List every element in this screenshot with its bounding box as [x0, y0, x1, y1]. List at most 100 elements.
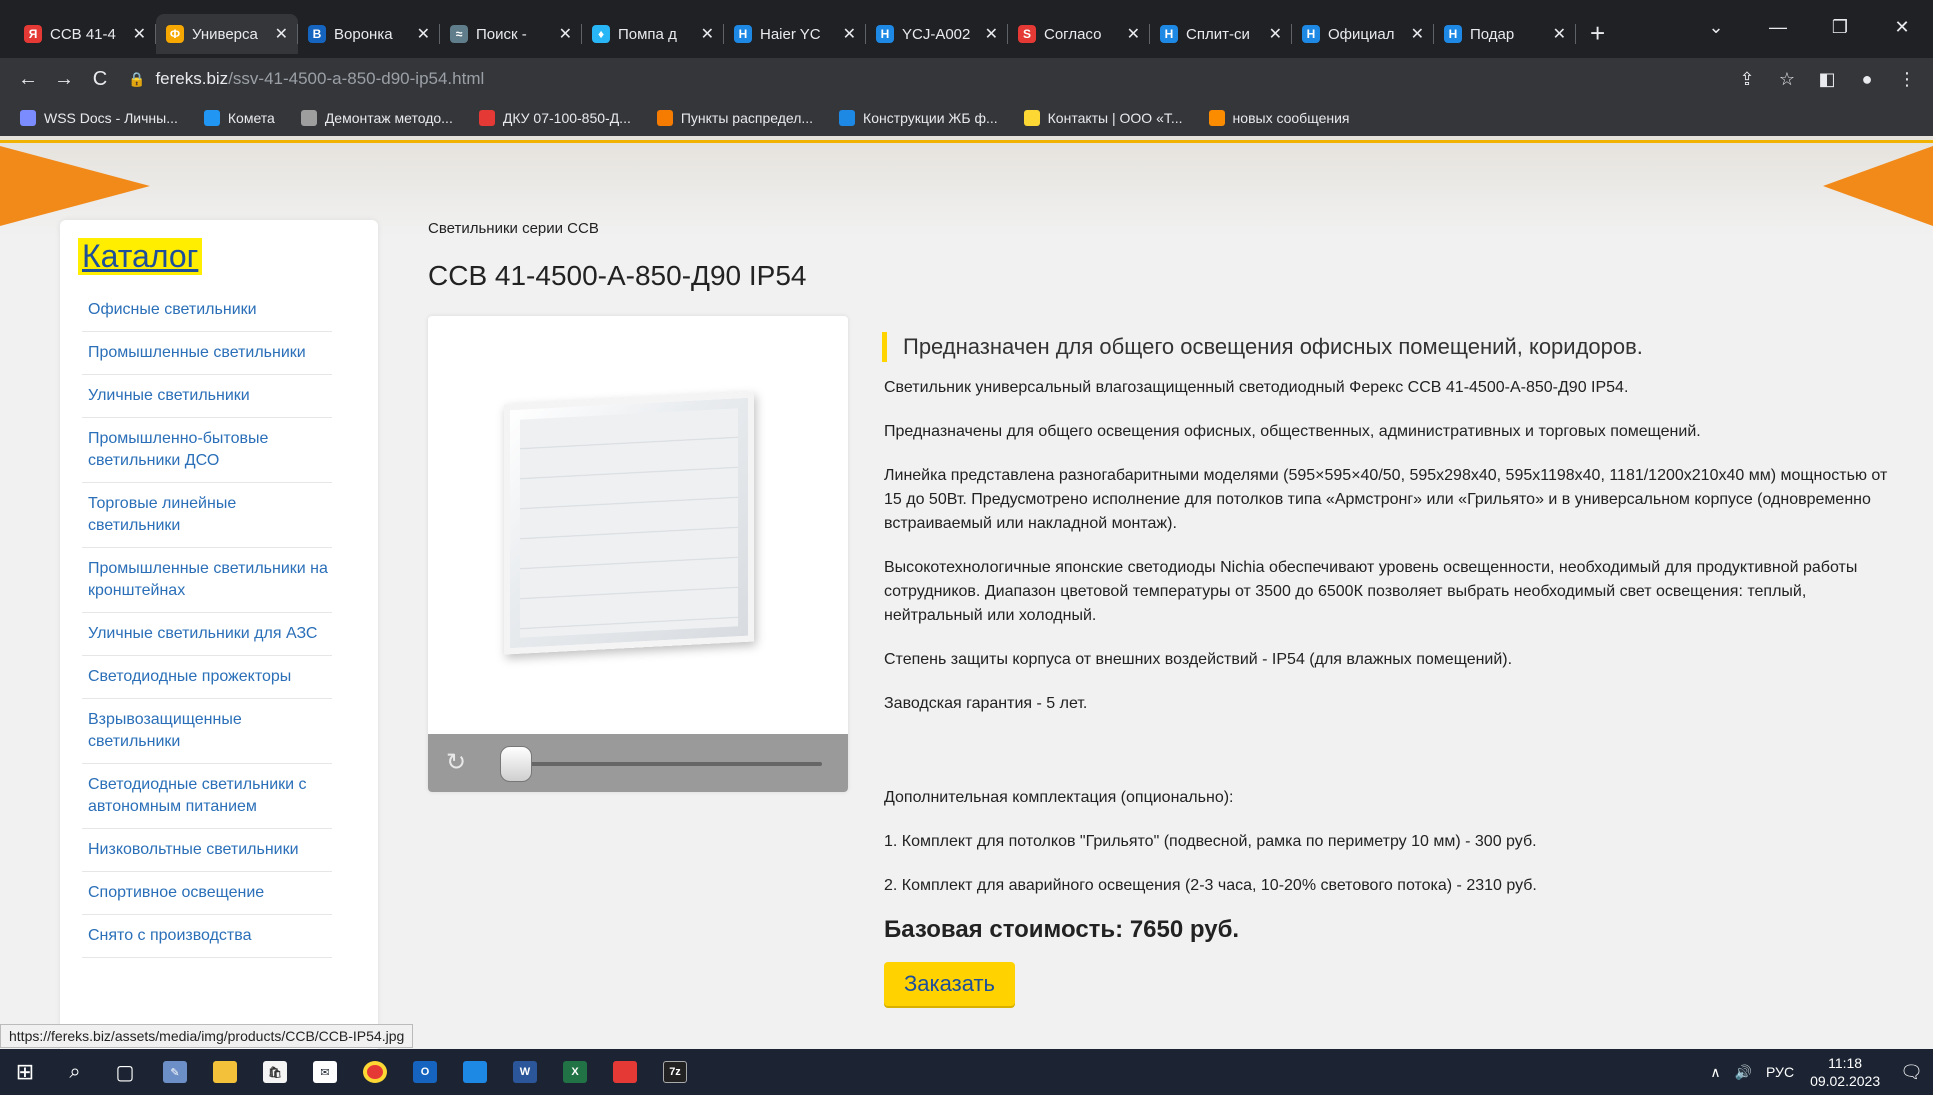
tab-title: YCJ-A002 — [902, 25, 971, 43]
bookmark-item[interactable]: новых сообщения — [1208, 110, 1349, 126]
catalog-item[interactable]: Низковольтные светильники — [82, 829, 332, 872]
browser-tab[interactable]: ♦ Помпа д ✕ — [582, 14, 724, 54]
tab-favicon-icon: H — [1444, 25, 1462, 43]
browser-tab[interactable]: H Подар ✕ — [1434, 14, 1576, 54]
clock[interactable]: 11:18 09.02.2023 — [1810, 1054, 1880, 1090]
catalog-item[interactable]: Уличные светильники — [82, 375, 332, 418]
catalog-item[interactable]: Уличные светильники для АЗС — [82, 613, 332, 656]
description-paragraph: Высокотехнологичные японские светодиоды … — [884, 559, 1858, 624]
header-decoration-left — [0, 146, 150, 226]
bookmark-favicon-icon — [478, 110, 495, 126]
tab-close-icon[interactable]: ✕ — [559, 24, 572, 44]
profile-icon[interactable]: ● — [1847, 69, 1887, 90]
charts-app-icon[interactable] — [600, 1049, 650, 1095]
bookmark-item[interactable]: Контакты | ООО «Т... — [1023, 110, 1183, 126]
back-icon[interactable]: ← — [10, 68, 46, 91]
catalog-item[interactable]: Светодиодные прожекторы — [82, 656, 332, 699]
search-icon[interactable]: ⌕ — [50, 1049, 100, 1095]
catalog-item[interactable]: Промышленно-бытовые светильники ДСО — [82, 418, 332, 483]
order-button[interactable]: Заказать — [884, 962, 1015, 1006]
browser-tab[interactable]: Я ССВ 41-4 ✕ — [14, 14, 156, 54]
header-decoration-right — [1823, 146, 1933, 226]
address-bar-row: ← → C 🔒 fereks.biz/ssv-41-4500-a-850-d90… — [0, 58, 1933, 100]
page-title: ССВ 41-4500-А-850-Д90 IP54 — [428, 260, 807, 291]
excel-icon[interactable]: X — [550, 1049, 600, 1095]
bookmark-star-icon[interactable]: ☆ — [1767, 69, 1807, 90]
tab-favicon-icon: ♦ — [592, 25, 610, 43]
browser-tab[interactable]: S Согласо ✕ — [1008, 14, 1150, 54]
catalog-item[interactable]: Офисные светильники — [82, 289, 332, 332]
menu-icon[interactable]: ⋮ — [1887, 69, 1927, 90]
minimize-button[interactable]: — — [1747, 17, 1809, 38]
browser-tab[interactable]: H Haier YC ✕ — [724, 14, 866, 54]
file-explorer-icon[interactable] — [200, 1049, 250, 1095]
new-tab-button[interactable]: + — [1590, 18, 1605, 49]
product-gallery: ↻ — [428, 316, 848, 792]
catalog-item[interactable]: Спортивное освещение — [82, 872, 332, 915]
notifications-icon[interactable]: 🗨 — [1900, 1062, 1923, 1083]
bookmark-item[interactable]: Конструкции ЖБ ф... — [839, 110, 998, 126]
tab-close-icon[interactable]: ✕ — [1553, 24, 1566, 44]
tab-close-icon[interactable]: ✕ — [417, 24, 430, 44]
url-input[interactable]: 🔒 fereks.biz/ssv-41-4500-a-850-d90-ip54.… — [128, 63, 1707, 95]
tab-close-icon[interactable]: ✕ — [1127, 24, 1140, 44]
reload-icon[interactable]: C — [82, 68, 118, 91]
catalog-item[interactable]: Торговые линейные светильники — [82, 483, 332, 548]
bookmark-item[interactable]: Комета — [203, 110, 275, 126]
catalog-item[interactable]: Взрывозащищенные светильники — [82, 699, 332, 764]
tab-favicon-icon: H — [1302, 25, 1320, 43]
outlook-icon[interactable]: O — [400, 1049, 450, 1095]
tab-close-icon[interactable]: ✕ — [133, 24, 146, 44]
bookmark-item[interactable]: Пункты распредел... — [656, 110, 813, 126]
breadcrumb[interactable]: Светильники серии ССВ — [428, 220, 599, 237]
catalog-item[interactable]: Снято с производства — [82, 915, 332, 958]
mail-icon[interactable]: ✉ — [300, 1049, 350, 1095]
catalog-item[interactable]: Промышленные светильники — [82, 332, 332, 375]
language-indicator[interactable]: РУС — [1766, 1064, 1794, 1080]
catalog-item[interactable]: Промышленные светильники на кронштейнах — [82, 548, 332, 613]
close-window-button[interactable]: ✕ — [1871, 17, 1933, 38]
catalog-title[interactable]: Каталог — [78, 238, 203, 275]
tab-favicon-icon: H — [1160, 25, 1178, 43]
tab-close-icon[interactable]: ✕ — [1411, 24, 1424, 44]
product-image[interactable] — [504, 391, 754, 655]
start-button[interactable]: ⊞ — [0, 1049, 50, 1095]
app-icon[interactable] — [450, 1049, 500, 1095]
sidepanel-icon[interactable]: ◧ — [1807, 69, 1847, 90]
tab-close-icon[interactable]: ✕ — [275, 24, 288, 44]
task-view-icon[interactable]: ▢ — [100, 1049, 150, 1095]
chrome-icon[interactable] — [350, 1049, 400, 1095]
volume-icon[interactable]: 🔊 — [1735, 1064, 1752, 1081]
restore-button[interactable]: ❐ — [1809, 17, 1871, 38]
description-paragraph: Линейка представлена разногабаритными мо… — [884, 467, 1888, 532]
tab-close-icon[interactable]: ✕ — [1269, 24, 1282, 44]
tab-close-icon[interactable]: ✕ — [843, 24, 856, 44]
tray-chevron-icon[interactable]: ∧ — [1710, 1064, 1720, 1081]
browser-tab[interactable]: H YCJ-A002 ✕ — [866, 14, 1008, 54]
bookmark-item[interactable]: ДКУ 07-100-850-Д... — [478, 110, 631, 126]
store-icon[interactable]: 🛍 — [250, 1049, 300, 1095]
rotation-slider-handle[interactable] — [500, 746, 532, 782]
catalog-item[interactable]: Светодиодные светильники с автономным пи… — [82, 764, 332, 829]
7zip-icon[interactable]: 7z — [650, 1049, 700, 1095]
paint-app-icon[interactable]: ✎ — [150, 1049, 200, 1095]
bookmark-label: ДКУ 07-100-850-Д... — [502, 110, 631, 126]
tab-favicon-icon: H — [876, 25, 894, 43]
word-icon[interactable]: W — [500, 1049, 550, 1095]
tab-close-icon[interactable]: ✕ — [701, 24, 714, 44]
browser-tab[interactable]: В Воронка ✕ — [298, 14, 440, 54]
browser-tab[interactable]: Ф Универса ✕ — [156, 14, 298, 54]
browser-tab[interactable]: H Сплит-си ✕ — [1150, 14, 1292, 54]
rotation-slider-track[interactable] — [512, 762, 822, 766]
bookmark-item[interactable]: WSS Docs - Личны... — [20, 110, 178, 126]
system-tray: ∧ 🔊 РУС 11:18 09.02.2023 🗨 — [1696, 1049, 1923, 1095]
tab-close-icon[interactable]: ✕ — [985, 24, 998, 44]
tab-title: Официал — [1328, 25, 1395, 43]
browser-tab[interactable]: H Официал ✕ — [1292, 14, 1434, 54]
share-icon[interactable]: ⇪ — [1727, 69, 1767, 90]
forward-icon[interactable]: → — [46, 68, 82, 91]
tab-search-icon[interactable]: ⌄ — [1685, 17, 1747, 38]
browser-tab[interactable]: ≈ Поиск - ✕ — [440, 14, 582, 54]
bookmark-item[interactable]: Демонтаж методо... — [300, 110, 453, 126]
rotate-icon[interactable]: ↻ — [446, 748, 466, 777]
